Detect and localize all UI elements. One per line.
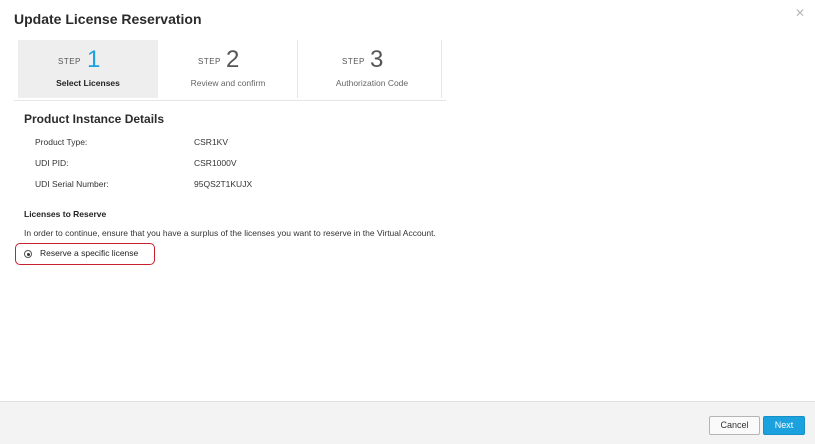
step-label: Authorization Code [335,78,409,88]
product-type-value: CSR1KV [194,137,229,147]
step-word: STEP [58,57,81,66]
step-number: 3 [370,46,384,73]
dialog-title: Update License Reservation [14,11,202,27]
step-2-review-and-confirm[interactable]: STEP 2 Review and confirm [158,40,298,98]
step-label: Review and confirm [190,78,266,88]
udi-pid-label: UDI PID: [35,158,69,168]
reserve-specific-license-label: Reserve a specific license [40,248,139,258]
step-word: STEP [342,57,365,66]
reserve-specific-license-option[interactable]: Reserve a specific license [15,243,155,265]
step-number: 1 [87,46,101,73]
step-1-select-licenses[interactable]: STEP 1 Select Licenses [18,40,158,98]
close-icon[interactable]: ✕ [795,6,805,20]
reserve-info-text: In order to continue, ensure that you ha… [24,228,436,238]
cancel-button[interactable]: Cancel [709,416,760,435]
update-license-reservation-dialog: Update License Reservation ✕ STEP 1 Sele… [0,0,815,444]
licenses-to-reserve-title: Licenses to Reserve [24,209,107,219]
step-word: STEP [198,57,221,66]
udi-pid-value: CSR1000V [194,158,237,168]
product-type-label: Product Type: [35,137,88,147]
radio-selected-dot [26,252,30,256]
step-label: Select Licenses [56,78,120,88]
product-instance-details-title: Product Instance Details [24,112,165,126]
step-3-authorization-code[interactable]: STEP 3 Authorization Code [302,40,442,98]
reserve-specific-license-radio[interactable] [24,250,32,258]
step-number: 2 [226,46,240,73]
next-button[interactable]: Next [763,416,805,435]
dialog-footer: Cancel Next [0,401,815,444]
wizard-steps: STEP 1 Select Licenses STEP 2 Review and… [14,40,446,101]
udi-serial-number-label: UDI Serial Number: [35,179,109,189]
udi-serial-number-value: 95QS2T1KUJX [194,179,253,189]
